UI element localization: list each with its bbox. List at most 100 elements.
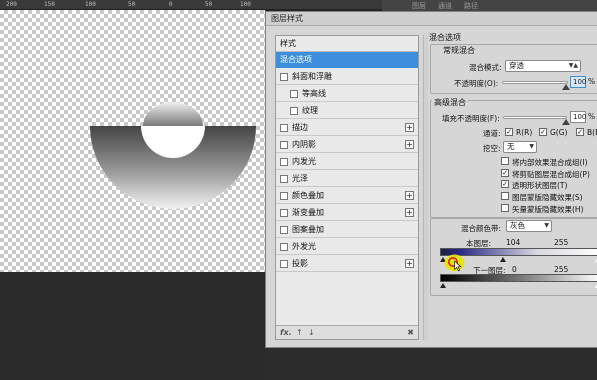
knockout-select[interactable]: 无 ▼	[503, 141, 537, 153]
dropdown-arrow-icon: ▼	[544, 222, 549, 229]
down-arrow-icon[interactable]: ↓	[308, 328, 315, 337]
add-style-plus-icon[interactable]: +	[405, 259, 414, 268]
option-checkbox-4[interactable]	[501, 204, 509, 212]
opacity-slider[interactable]	[502, 81, 568, 84]
style-item[interactable]: 光泽	[276, 171, 418, 187]
option-label-2: 透明形状图层(T)	[512, 181, 568, 190]
style-item[interactable]: 内阴影 +	[276, 137, 418, 153]
add-style-plus-icon[interactable]: +	[405, 208, 414, 217]
fill-opacity-input[interactable]: 100	[570, 111, 586, 123]
option-label-3: 图层蒙版隐藏效果(S)	[512, 193, 583, 202]
option-checkbox-2[interactable]: ✓	[501, 180, 509, 188]
style-item-label: 颜色叠加	[292, 191, 324, 200]
style-item[interactable]: 渐变叠加 +	[276, 205, 418, 221]
this-layer-high-value: 255	[554, 238, 569, 247]
style-item-checkbox[interactable]	[280, 243, 288, 251]
add-style-plus-icon[interactable]: +	[405, 191, 414, 200]
fill-opacity-unit: %	[588, 112, 596, 121]
style-item-checkbox[interactable]	[290, 107, 298, 115]
style-item-checkbox[interactable]	[280, 158, 288, 166]
channel-b-checkbox[interactable]: ✓	[576, 128, 584, 136]
style-item-label: 外发光	[292, 242, 316, 251]
style-item[interactable]: 颜色叠加 +	[276, 188, 418, 204]
ruler-tick: 50	[205, 1, 213, 8]
styles-header[interactable]: 样式	[276, 36, 418, 52]
blend-if-label: 混合颜色带:	[461, 224, 502, 233]
style-item-label: 渐变叠加	[292, 208, 324, 217]
ruler-tick: 100	[85, 1, 96, 8]
style-item-checkbox[interactable]	[290, 90, 298, 98]
ruler-tick: 150	[44, 1, 55, 8]
under-layer-black-slider[interactable]	[440, 283, 446, 288]
style-item[interactable]: 外发光	[276, 239, 418, 255]
ruler-tick: 100	[240, 1, 251, 8]
option-checkbox-3[interactable]	[501, 192, 509, 200]
add-style-plus-icon[interactable]: +	[405, 140, 414, 149]
style-item[interactable]: 投影 +	[276, 256, 418, 272]
style-item-label: 描边	[292, 123, 308, 132]
channel-r-label: R(R)	[516, 128, 533, 137]
blend-mode-value: 穿透	[509, 61, 524, 70]
mouse-cursor-icon	[444, 254, 465, 272]
style-item-label: 光泽	[292, 174, 308, 183]
layer-style-dialog: 图层样式 样式 混合选项 斜面和浮雕 等高线 纹理 描边 + 内阴影 + 内发光 光泽 颜色叠加 + 渐变…	[265, 11, 597, 348]
option-label-0: 将内部效果混合成组(I)	[512, 158, 588, 167]
style-item-checkbox[interactable]	[280, 226, 288, 234]
under-layer-low-value: 0	[512, 265, 517, 274]
channel-g-checkbox[interactable]: ✓	[539, 128, 547, 136]
option-checkbox-1[interactable]: ✓	[501, 169, 509, 177]
style-item-label: 内阴影	[292, 140, 316, 149]
style-item[interactable]: 混合选项	[276, 52, 418, 68]
fx-icon[interactable]: fx.	[280, 328, 292, 337]
this-layer-black-slider-moved[interactable]	[500, 257, 506, 262]
fill-opacity-label: 填充不透明度(F):	[442, 114, 500, 123]
blend-if-select[interactable]: 灰色 ▼	[506, 220, 552, 232]
style-item-label: 图案叠加	[292, 225, 324, 234]
opacity-label: 不透明度(O):	[454, 79, 499, 88]
style-item-checkbox[interactable]	[280, 175, 288, 183]
under-layer-high-value: 255	[554, 265, 569, 274]
style-item-label: 纹理	[302, 106, 318, 115]
dialog-title[interactable]: 图层样式	[266, 12, 597, 26]
ruler-tick: 200	[6, 1, 17, 8]
tab-paths[interactable]: 路径	[464, 1, 478, 11]
tab-layers[interactable]: 图层	[412, 1, 426, 11]
style-item-checkbox[interactable]	[280, 124, 288, 132]
under-layer-gradient-bar	[440, 274, 597, 282]
style-item-label: 投影	[292, 259, 308, 268]
style-item[interactable]: 描边 +	[276, 120, 418, 136]
option-checkbox-0[interactable]	[501, 157, 509, 165]
style-item[interactable]: 图案叠加	[276, 222, 418, 238]
tab-channels[interactable]: 通道	[438, 1, 452, 11]
opacity-unit: %	[588, 77, 596, 86]
style-item-checkbox[interactable]	[280, 73, 288, 81]
styles-footer: fx. ↑ ↓ ✖	[276, 325, 418, 339]
up-arrow-icon[interactable]: ↑	[296, 328, 303, 337]
styles-list: 样式混合选项斜面和浮雕等高线纹理描边 + 内阴影 + 内发光光泽颜色叠加 + 渐变叠加 + 图案…	[275, 35, 419, 340]
panel-divider	[423, 35, 428, 340]
this-layer-low-value: 104	[506, 238, 521, 247]
style-item-checkbox[interactable]	[280, 260, 288, 268]
fill-opacity-slider[interactable]	[503, 116, 567, 119]
channel-r-checkbox[interactable]: ✓	[505, 128, 513, 136]
opacity-input[interactable]: 100	[570, 76, 586, 88]
style-item-checkbox[interactable]	[280, 141, 288, 149]
canvas-artwork-half-ring	[90, 102, 256, 209]
blend-mode-select[interactable]: 穿透 ▼▲	[505, 60, 581, 72]
blend-mode-label: 混合模式:	[469, 63, 502, 72]
blend-if-value: 灰色	[510, 221, 525, 230]
style-item[interactable]: 纹理	[276, 103, 418, 119]
styles-header-label: 样式	[280, 39, 296, 48]
fill-opacity-slider-thumb[interactable]	[562, 119, 570, 125]
trash-icon[interactable]: ✖	[407, 328, 414, 337]
style-item-checkbox[interactable]	[280, 192, 288, 200]
opacity-slider-thumb[interactable]	[562, 84, 570, 90]
dropdown-arrow-icon: ▼	[529, 143, 534, 150]
style-item[interactable]: 内发光	[276, 154, 418, 170]
ruler-tick: 50	[128, 1, 136, 8]
add-style-plus-icon[interactable]: +	[405, 123, 414, 132]
style-item[interactable]: 等高线	[276, 86, 418, 102]
style-item-label: 斜面和浮雕	[292, 72, 332, 81]
style-item[interactable]: 斜面和浮雕	[276, 69, 418, 85]
style-item-checkbox[interactable]	[280, 209, 288, 217]
